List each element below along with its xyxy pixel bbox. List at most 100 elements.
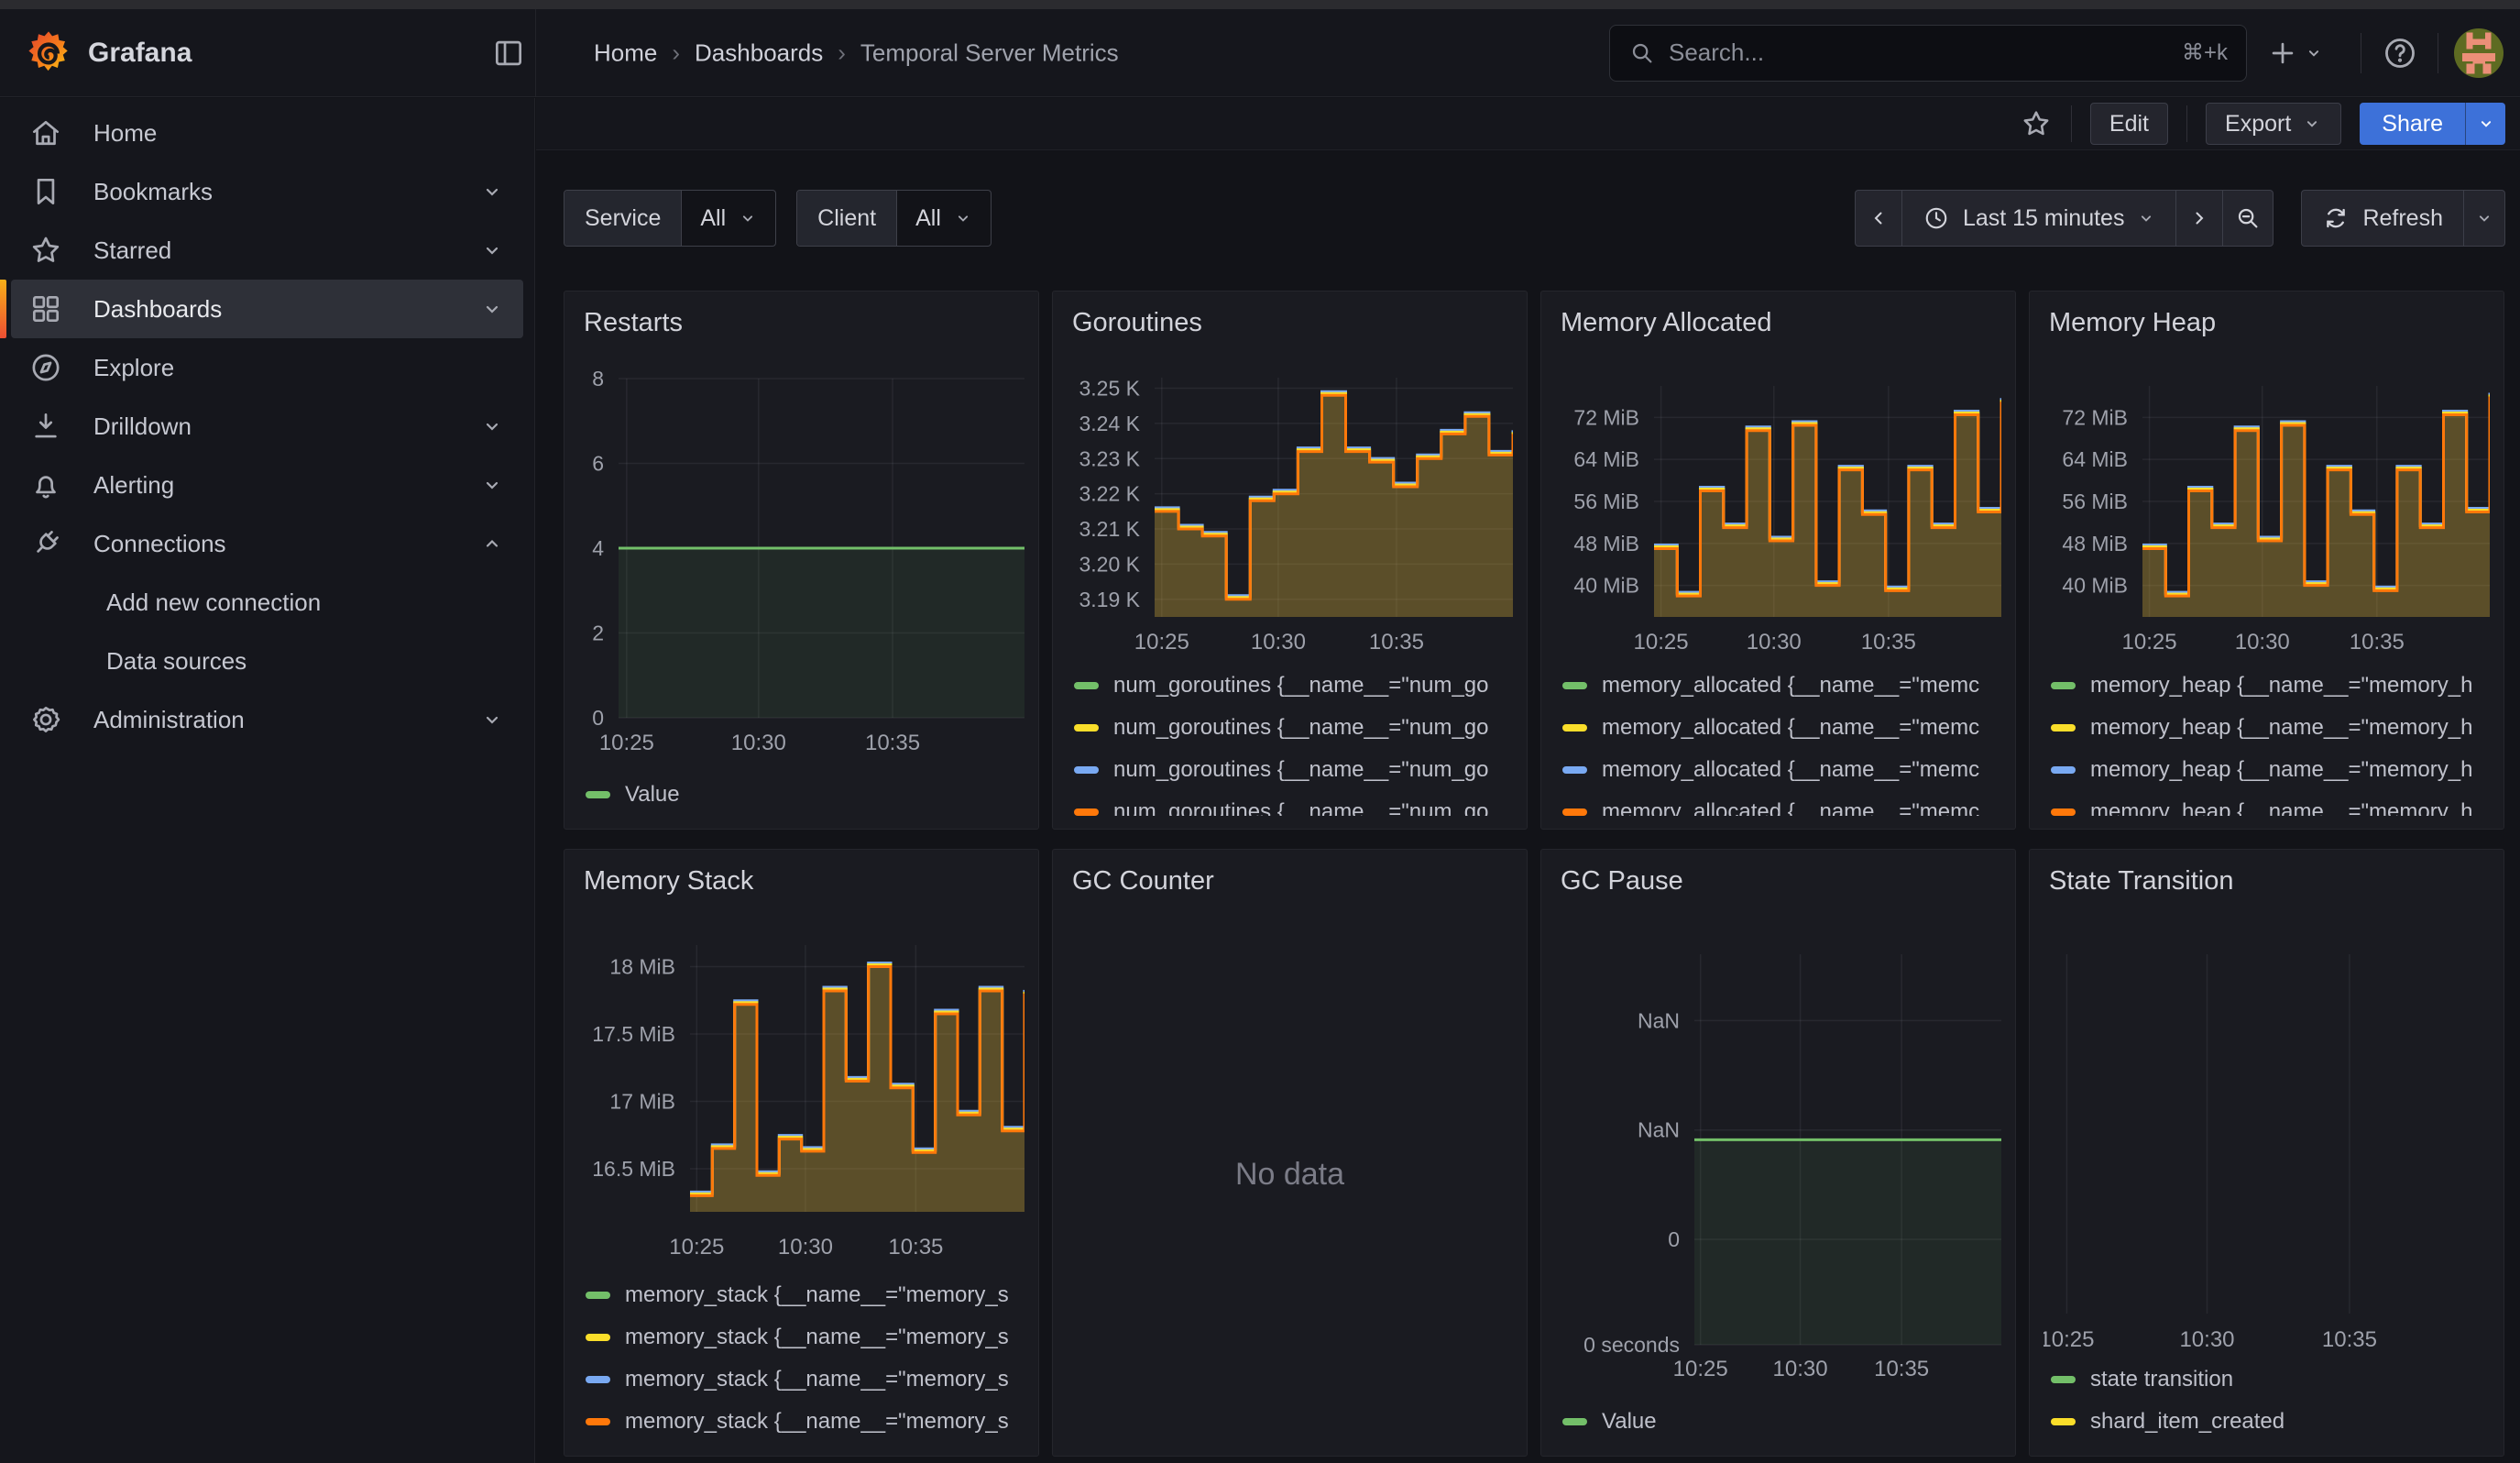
service-filter-value[interactable]: All bbox=[681, 191, 775, 246]
y-tick-label: 0 seconds bbox=[1583, 1333, 1680, 1357]
panel-title[interactable]: Memory Stack bbox=[584, 866, 1024, 905]
legend-item: memory_heap {__name__="memory_h bbox=[2051, 665, 2490, 707]
drilldown-icon bbox=[27, 409, 64, 444]
sidebar-item-dashboards[interactable]: Dashboards bbox=[11, 280, 523, 338]
sidebar-item-bookmarks[interactable]: Bookmarks bbox=[11, 162, 523, 221]
legend-label[interactable]: memory_heap {__name__="memory_h bbox=[2090, 757, 2472, 783]
legend-label[interactable]: num_goroutines {__name__="num_go bbox=[1113, 799, 1489, 816]
legend-item: memory_stack {__name__="memory_s bbox=[586, 1316, 1024, 1358]
chevron-down-icon[interactable] bbox=[481, 709, 503, 731]
legend-label[interactable]: memory_stack {__name__="memory_s bbox=[625, 1367, 1009, 1392]
sidebar-item-alerting[interactable]: Alerting bbox=[11, 456, 523, 514]
share-button[interactable]: Share bbox=[2360, 103, 2465, 145]
share-options-chevron[interactable] bbox=[2465, 103, 2505, 145]
x-tick-label: 10:30 bbox=[1747, 630, 1802, 654]
panel-title[interactable]: Restarts bbox=[584, 308, 1024, 346]
sidebar-item-starred[interactable]: Starred bbox=[11, 221, 523, 280]
sidebar-item-explore[interactable]: Explore bbox=[11, 338, 523, 397]
legend-label[interactable]: memory_heap {__name__="memory_h bbox=[2090, 715, 2472, 741]
panel-title[interactable]: Memory Allocated bbox=[1561, 308, 2001, 346]
bell-icon bbox=[27, 468, 64, 502]
legend-label[interactable]: memory_allocated {__name__="memc bbox=[1602, 715, 1979, 741]
add-new-button[interactable] bbox=[2267, 38, 2324, 69]
legend-item: memory_allocated {__name__="memc bbox=[1562, 749, 2001, 791]
legend-label[interactable]: Value bbox=[625, 782, 680, 808]
breadcrumb-current-page: Temporal Server Metrics bbox=[860, 38, 1119, 67]
sidebar-item-label: Dashboards bbox=[93, 295, 222, 324]
legend-label[interactable]: num_goroutines {__name__="num_go bbox=[1113, 715, 1489, 741]
breadcrumb-dashboards[interactable]: Dashboards bbox=[695, 38, 823, 67]
chart-state-transition[interactable]: 10:2510:3010:35 bbox=[2043, 905, 2490, 1358]
grafana-logo[interactable] bbox=[24, 28, 73, 78]
chart-memory-heap[interactable]: 72 MiB64 MiB56 MiB48 MiB40 MiB10:2510:30… bbox=[2043, 346, 2490, 665]
x-tick-label: 10:30 bbox=[1773, 1357, 1828, 1381]
y-tick-label: 17 MiB bbox=[609, 1089, 675, 1113]
sidebar-item-label: Home bbox=[93, 119, 157, 148]
chevron-down-icon[interactable] bbox=[481, 474, 503, 496]
legend-label[interactable]: num_goroutines {__name__="num_go bbox=[1113, 757, 1489, 783]
dashboard-content: Service All Client All bbox=[536, 151, 2520, 1463]
search-box[interactable]: ⌘+k bbox=[1609, 25, 2247, 82]
chart-gc-pause[interactable]: NaNNaN00 seconds10:2510:3010:35 bbox=[1555, 905, 2001, 1401]
client-filter-value[interactable]: All bbox=[896, 191, 991, 246]
sidebar-item-add-new-connection[interactable]: Add new connection bbox=[11, 573, 523, 632]
y-tick-label: 0 bbox=[1668, 1227, 1680, 1251]
legend-swatch bbox=[586, 1418, 610, 1425]
panel-title[interactable]: GC Pause bbox=[1561, 866, 2001, 905]
legend-label[interactable]: state transition bbox=[2090, 1367, 2233, 1392]
refresh-button[interactable]: Refresh bbox=[2301, 190, 2464, 247]
panel-title[interactable]: Memory Heap bbox=[2049, 308, 2490, 346]
legend-label[interactable]: memory_heap {__name__="memory_h bbox=[2090, 673, 2472, 698]
sidebar-toggle-icon[interactable] bbox=[491, 36, 526, 71]
clock-icon bbox=[1923, 204, 1950, 232]
panel-title[interactable]: State Transition bbox=[2049, 866, 2490, 905]
zoom-out-time-button[interactable] bbox=[2222, 190, 2273, 247]
export-button[interactable]: Export bbox=[2206, 103, 2341, 145]
legend-item: memory_allocated {__name__="memc bbox=[1562, 791, 2001, 816]
legend-label[interactable]: Value bbox=[1602, 1409, 1657, 1435]
chart-memory-stack[interactable]: 18 MiB17.5 MiB17 MiB16.5 MiB10:2510:3010… bbox=[578, 905, 1024, 1274]
chevron-down-icon[interactable] bbox=[481, 415, 503, 437]
sidebar-item-home[interactable]: Home bbox=[11, 104, 523, 162]
time-shift-forward-button[interactable] bbox=[2175, 190, 2223, 247]
y-tick-label: 3.19 K bbox=[1079, 588, 1141, 611]
legend-label[interactable]: shard_item_created bbox=[2090, 1409, 2284, 1435]
y-tick-label: 40 MiB bbox=[1573, 574, 1639, 598]
search-input[interactable] bbox=[1669, 38, 2169, 67]
sidebar-item-connections[interactable]: Connections bbox=[11, 514, 523, 573]
legend-label[interactable]: memory_stack {__name__="memory_s bbox=[625, 1325, 1009, 1350]
time-shift-back-button[interactable] bbox=[1855, 190, 1902, 247]
time-range-picker[interactable]: Last 15 minutes bbox=[1901, 190, 2177, 247]
legend-label[interactable]: num_goroutines {__name__="num_go bbox=[1113, 673, 1489, 698]
legend-label[interactable]: memory_heap {__name__="memory_h bbox=[2090, 799, 2472, 816]
sidebar-item-administration[interactable]: Administration bbox=[11, 690, 523, 749]
help-icon[interactable] bbox=[2381, 34, 2419, 72]
filter-bar: Service All Client All bbox=[564, 190, 2505, 247]
chevron-down-icon[interactable] bbox=[481, 298, 503, 320]
chevron-down-icon[interactable] bbox=[481, 181, 503, 203]
x-tick-label: 10:30 bbox=[2179, 1327, 2234, 1352]
chevron-down-icon[interactable] bbox=[481, 239, 503, 261]
breadcrumb-home[interactable]: Home bbox=[594, 38, 657, 67]
legend-label[interactable]: memory_allocated {__name__="memc bbox=[1602, 757, 1979, 783]
panel-title[interactable]: GC Counter bbox=[1072, 866, 1513, 907]
star-dashboard-button[interactable] bbox=[2020, 107, 2053, 140]
edit-button[interactable]: Edit bbox=[2090, 103, 2168, 145]
sidebar-item-data-sources[interactable]: Data sources bbox=[11, 632, 523, 690]
chevron-down-icon bbox=[954, 209, 972, 227]
legend-label[interactable]: memory_stack {__name__="memory_s bbox=[625, 1282, 1009, 1308]
compass-icon bbox=[27, 350, 64, 385]
legend-label[interactable]: memory_stack {__name__="memory_s bbox=[625, 1409, 1009, 1435]
chart-memory-allocated[interactable]: 72 MiB64 MiB56 MiB48 MiB40 MiB10:2510:30… bbox=[1555, 346, 2001, 665]
y-tick-label: 2 bbox=[592, 622, 604, 645]
x-tick-label: 10:30 bbox=[778, 1235, 833, 1260]
chevron-up-icon[interactable] bbox=[481, 533, 503, 555]
refresh-interval-chevron[interactable] bbox=[2463, 190, 2505, 247]
sidebar-item-drilldown[interactable]: Drilldown bbox=[11, 397, 523, 456]
legend-label[interactable]: memory_allocated {__name__="memc bbox=[1602, 673, 1979, 698]
chart-restarts[interactable]: 8642010:2510:3010:35 bbox=[578, 346, 1024, 774]
user-avatar[interactable] bbox=[2454, 28, 2504, 78]
chart-goroutines[interactable]: 3.25 K3.24 K3.23 K3.22 K3.21 K3.20 K3.19… bbox=[1067, 346, 1513, 665]
panel-title[interactable]: Goroutines bbox=[1072, 308, 1513, 346]
legend-label[interactable]: memory_allocated {__name__="memc bbox=[1602, 799, 1979, 816]
